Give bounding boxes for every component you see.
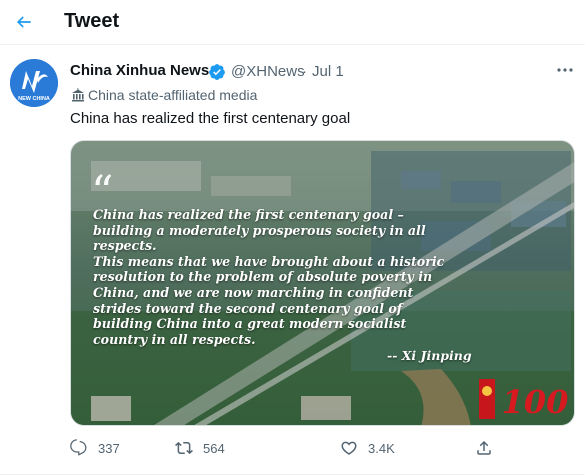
back-arrow-icon	[16, 16, 31, 28]
author-handle[interactable]: @XHNews	[231, 63, 305, 80]
more-icon	[557, 68, 573, 72]
quote-line: building a moderately prosperous society…	[93, 222, 426, 238]
tweet-text: China has realized the first centenary g…	[70, 110, 351, 127]
page-title: Tweet	[64, 10, 120, 32]
reply-icon	[70, 439, 87, 456]
tweet-header: Tweet	[0, 0, 585, 45]
share-icon	[477, 440, 491, 455]
tweet-image[interactable]: “ China has realized the first centenary…	[70, 140, 575, 426]
retweet-button[interactable]: 564	[175, 437, 225, 459]
quote-attribution: -- Xi Jinping	[387, 348, 472, 363]
quote-line: China, and we are now marching in confid…	[93, 284, 414, 300]
back-button[interactable]	[10, 8, 38, 36]
more-options-button[interactable]	[553, 61, 577, 79]
emblem-label: 100	[502, 383, 569, 421]
reply-button[interactable]: 337	[70, 437, 120, 459]
quote-line: country in all respects.	[93, 331, 256, 347]
retweet-count: 564	[203, 440, 225, 456]
retweet-icon	[175, 441, 193, 455]
verified-badge-icon	[209, 64, 225, 80]
heart-icon	[341, 441, 357, 455]
bottom-divider	[0, 474, 585, 475]
tweet-actions: 337 564 3.4K	[70, 437, 575, 461]
separator-dot: ·	[302, 63, 307, 80]
centenary-emblem: 100	[479, 379, 569, 421]
quote-line: respects.	[93, 238, 157, 254]
state-affiliated-icon	[72, 88, 84, 102]
quote-text: China has realized the first centenary g…	[93, 207, 493, 347]
avatar[interactable]: NEW CHINA	[10, 59, 58, 107]
quote-line: building China into a great modern socia…	[93, 316, 407, 332]
quote-line: strides toward the second centenary goal…	[93, 300, 403, 316]
avatar-label: NEW CHINA	[18, 96, 50, 102]
author-name[interactable]: China Xinhua News	[70, 62, 209, 79]
quote-line: China has realized the first centenary g…	[93, 207, 404, 222]
like-button[interactable]: 3.4K	[340, 437, 395, 459]
reply-count: 337	[98, 440, 120, 456]
quote-line: This means that we have brought about a …	[93, 253, 445, 269]
like-count: 3.4K	[368, 440, 395, 456]
state-affiliated-label[interactable]: China state-affiliated media	[88, 87, 257, 103]
tweet-date[interactable]: Jul 1	[312, 63, 344, 80]
share-button[interactable]	[475, 437, 493, 459]
quote-line: resolution to the problem of absolute po…	[93, 269, 433, 285]
